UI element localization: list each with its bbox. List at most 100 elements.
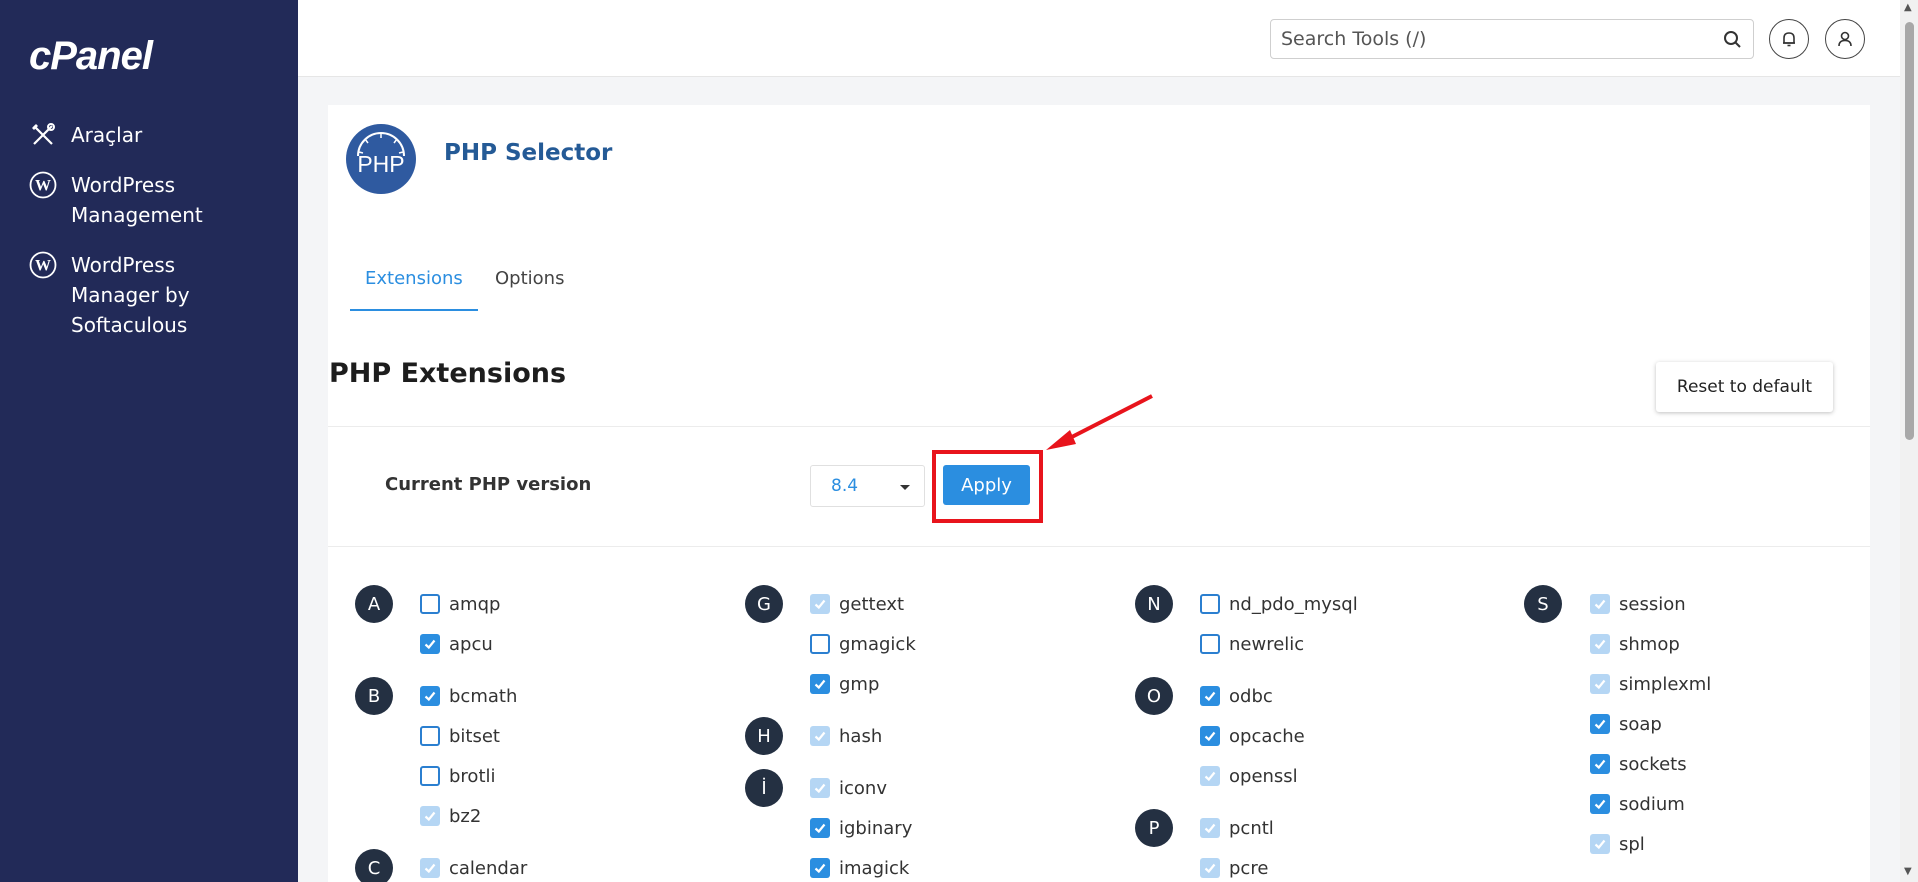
checkbox[interactable] [810, 674, 830, 694]
php-version-value: 8.4 [831, 476, 859, 496]
extension-opcache[interactable]: opcache [1200, 723, 1305, 749]
extension-sodium[interactable]: sodium [1590, 791, 1685, 817]
checkbox[interactable] [1200, 634, 1220, 654]
checkbox[interactable] [1590, 714, 1610, 734]
tab-extensions[interactable]: Extensions [350, 262, 478, 311]
extension-label: soap [1619, 713, 1662, 735]
extension-apcu[interactable]: apcu [420, 631, 493, 657]
user-menu-button[interactable] [1825, 19, 1865, 59]
checkbox [420, 806, 440, 826]
extension-bcmath[interactable]: bcmath [420, 683, 517, 709]
annotation-highlight-box [932, 450, 1043, 523]
extension-sockets[interactable]: sockets [1590, 751, 1687, 777]
extension-imagick[interactable]: imagick [810, 855, 909, 881]
checkbox[interactable] [1590, 754, 1610, 774]
extension-label: spl [1619, 833, 1645, 855]
search-placeholder: Search Tools (/) [1281, 28, 1427, 50]
user-icon [1838, 31, 1852, 47]
sidebar-item-araclar[interactable]: Araçlar [29, 120, 142, 150]
scroll-thumb[interactable] [1905, 22, 1914, 440]
checkbox[interactable] [1200, 594, 1220, 614]
bell-icon [1783, 32, 1795, 47]
sidebar-item-wordpress-management[interactable]: W WordPress Management [29, 170, 203, 230]
extension-bz2: bz2 [420, 803, 481, 829]
extension-label: calendar [449, 857, 528, 879]
annotation-arrow-icon [1046, 394, 1153, 450]
extension-label: shmop [1619, 633, 1680, 655]
scroll-up-icon[interactable]: ▲ [1904, 2, 1912, 13]
extension-label: gmp [839, 673, 880, 695]
checkbox[interactable] [810, 634, 830, 654]
notifications-button[interactable] [1769, 19, 1809, 59]
wordpress-icon: W [29, 251, 57, 279]
checkbox [810, 726, 830, 746]
sidebar: cPanel Araçlar W WordPress Management W … [0, 0, 298, 882]
checkbox[interactable] [1590, 794, 1610, 814]
extension-label: bitset [449, 725, 500, 747]
sidebar-item-label: WordPress Manager by Softaculous [71, 253, 190, 337]
extension-gmp[interactable]: gmp [810, 671, 879, 697]
section-title: PHP Extensions [329, 358, 567, 389]
checkbox [1590, 634, 1610, 654]
divider [328, 546, 1870, 547]
page-title: PHP Selector [444, 140, 613, 166]
letter-badge: C [355, 849, 393, 882]
extension-label: sockets [1619, 753, 1687, 775]
tab-options[interactable]: Options [480, 262, 579, 295]
extension-label: pcre [1229, 857, 1269, 879]
letter-badge: A [355, 585, 393, 623]
sidebar-item-wordpress-manager-softaculous[interactable]: W WordPress Manager by Softaculous [29, 250, 190, 340]
extension-pcre: pcre [1200, 855, 1268, 881]
extension-odbc[interactable]: odbc [1200, 683, 1273, 709]
current-php-version-label: Current PHP version [385, 474, 592, 495]
extension-brotli[interactable]: brotli [420, 763, 496, 789]
extension-soap[interactable]: soap [1590, 711, 1662, 737]
letter-badge: N [1135, 585, 1173, 623]
php-version-select[interactable]: 8.4 [810, 465, 925, 507]
cpanel-logo[interactable]: cPanel [29, 34, 153, 79]
extension-bitset[interactable]: bitset [420, 723, 500, 749]
search-input[interactable]: Search Tools (/) [1270, 19, 1754, 59]
checkbox[interactable] [420, 634, 440, 654]
letter-badge: H [745, 717, 783, 755]
page-scrollbar[interactable]: ▲ ▼ [1900, 0, 1918, 882]
checkbox [1590, 834, 1610, 854]
checkbox[interactable] [810, 818, 830, 838]
extension-label: odbc [1229, 685, 1273, 707]
checkbox [810, 778, 830, 798]
sidebar-item-label: WordPress Management [71, 173, 203, 227]
extension-label: brotli [449, 765, 496, 787]
extension-calendar: calendar [420, 855, 527, 881]
extension-amqp[interactable]: amqp [420, 591, 500, 617]
extension-gmagick[interactable]: gmagick [810, 631, 916, 657]
php-logo-icon: PHP [346, 124, 416, 194]
svg-text:W: W [35, 178, 51, 195]
sidebar-item-label: Araçlar [71, 123, 143, 147]
checkbox[interactable] [1200, 686, 1220, 706]
extension-label: pcntl [1229, 817, 1274, 839]
caret-down-icon [900, 485, 910, 490]
extension-label: session [1619, 593, 1686, 615]
checkbox[interactable] [420, 726, 440, 746]
reset-to-default-button[interactable]: Reset to default [1656, 362, 1833, 412]
checkbox[interactable] [420, 594, 440, 614]
letter-badge: İ [745, 769, 783, 807]
extension-newrelic[interactable]: newrelic [1200, 631, 1304, 657]
checkbox[interactable] [420, 686, 440, 706]
letter-badge: G [745, 585, 783, 623]
extension-label: igbinary [839, 817, 913, 839]
extension-hash: hash [810, 723, 882, 749]
checkbox[interactable] [1200, 726, 1220, 746]
search-icon[interactable] [1723, 30, 1743, 50]
checkbox[interactable] [810, 858, 830, 878]
topbar: Search Tools (/) [298, 0, 1900, 77]
checkbox[interactable] [420, 766, 440, 786]
svg-text:W: W [35, 258, 51, 275]
checkbox [1200, 818, 1220, 838]
extension-label: openssl [1229, 765, 1298, 787]
extension-igbinary[interactable]: igbinary [810, 815, 912, 841]
scroll-down-icon[interactable]: ▼ [1904, 866, 1912, 877]
extension-label: newrelic [1229, 633, 1305, 655]
extension-simplexml: simplexml [1590, 671, 1711, 697]
extension-nd-pdo-mysql[interactable]: nd_pdo_mysql [1200, 591, 1358, 617]
